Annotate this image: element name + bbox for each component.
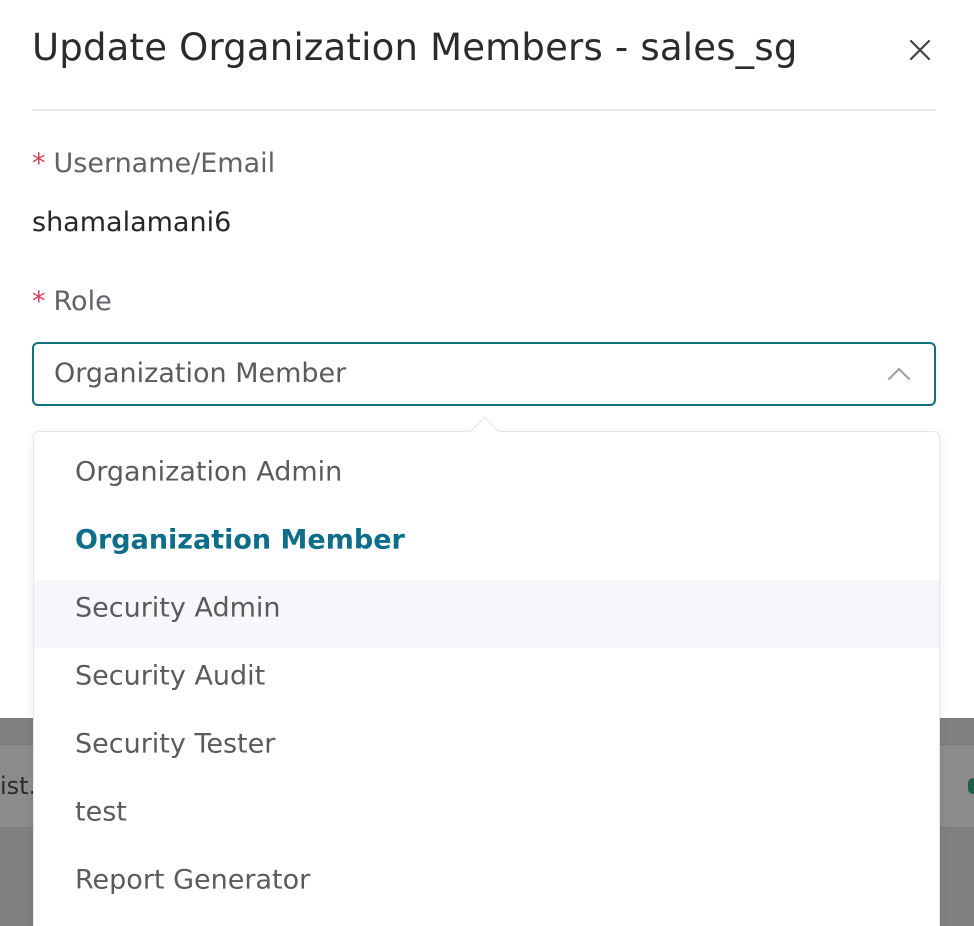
dropdown-option-report-generator[interactable]: Report Generator <box>34 852 939 920</box>
dropdown-option-test[interactable]: test <box>34 784 939 852</box>
modal-title: Update Organization Members - sales_sg <box>32 26 798 69</box>
option-label: Report Generator <box>75 864 311 896</box>
dropdown-option-organization-member[interactable]: Organization Member <box>34 512 939 580</box>
dropdown-option-security-tester[interactable]: Security Tester <box>34 716 939 784</box>
username-value: shamalamani6 <box>32 207 232 238</box>
option-label: Security Audit <box>75 660 266 692</box>
username-label: * Username/Email <box>32 148 275 179</box>
header-divider <box>32 109 936 111</box>
option-label: test <box>75 796 127 828</box>
option-label: Security Admin <box>75 592 281 624</box>
role-label-text: Role <box>53 286 112 317</box>
option-label: Organization Member <box>75 524 405 556</box>
role-label: * Role <box>32 286 112 317</box>
role-select[interactable]: Organization Member <box>32 342 936 406</box>
username-label-text: Username/Email <box>53 148 276 179</box>
required-marker: * <box>32 286 46 317</box>
option-label: Security Tester <box>75 728 276 760</box>
dropdown-option-organization-admin[interactable]: Organization Admin <box>34 444 939 512</box>
role-select-value: Organization Member <box>54 358 347 389</box>
close-button[interactable] <box>904 34 936 66</box>
required-marker: * <box>32 148 46 179</box>
close-icon <box>909 39 931 61</box>
dropdown-option-security-admin[interactable]: Security Admin <box>34 580 939 648</box>
dropdown-option-security-audit[interactable]: Security Audit <box>34 648 939 716</box>
background-text-fragment: ist. <box>0 772 37 800</box>
option-label: Organization Admin <box>75 456 343 488</box>
role-dropdown: Organization Admin Organization Member S… <box>33 416 940 926</box>
background-status-indicator <box>968 778 974 794</box>
chevron-up-icon <box>888 368 910 380</box>
